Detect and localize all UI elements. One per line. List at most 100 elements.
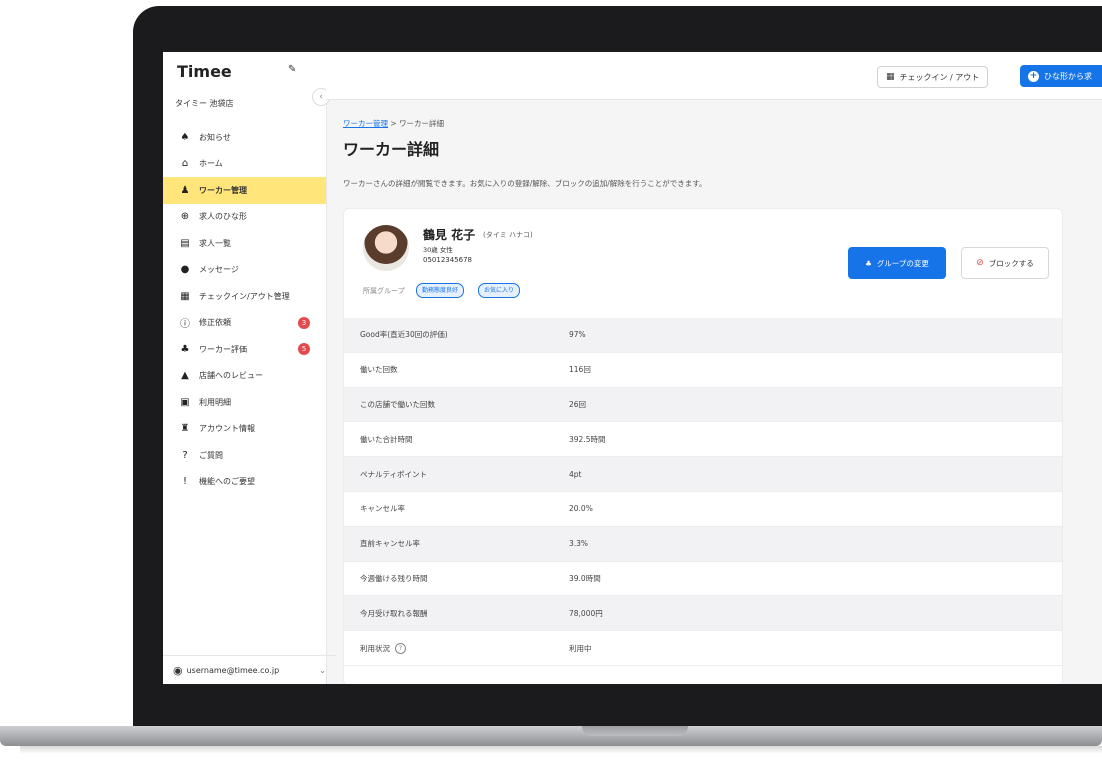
worker-kana: (タイミ ハナコ): [483, 231, 533, 239]
sidebar-item-checkin-management[interactable]: ▦ チェックイン/アウト管理: [163, 283, 326, 310]
document-icon: ▣: [180, 396, 190, 408]
sidebar-item-home[interactable]: ⌂ ホーム: [163, 151, 326, 178]
table-row: Good率(直近30回の評価) 97%: [344, 318, 1062, 353]
breadcrumb-link-worker-management[interactable]: ワーカー管理: [343, 119, 388, 128]
sidebar-item-worker-management[interactable]: ♟ ワーカー管理: [163, 177, 326, 204]
sidebar-item-label: ホーム: [199, 159, 223, 169]
sidebar-item-job-list[interactable]: ▤ 求人一覧: [163, 230, 326, 257]
sidebar-item-correction-requests[interactable]: ⓘ 修正依頼 3: [163, 310, 326, 337]
sidebar-item-label: 修正依頼: [199, 318, 231, 328]
page-title: ワーカー詳細: [343, 140, 440, 159]
stat-value: 97%: [569, 330, 586, 340]
block-button[interactable]: ⊘ ブロックする: [961, 247, 1049, 279]
home-icon: ⌂: [181, 158, 189, 170]
sidebar-item-feature-requests[interactable]: ! 機能へのご要望: [163, 469, 326, 496]
alert-icon: !: [182, 476, 187, 488]
list-icon: ▤: [180, 237, 190, 249]
create-from-template-button[interactable]: + ひな形から求: [1020, 65, 1102, 87]
rating-icon: ♣: [180, 343, 190, 355]
stat-value: 利用中: [569, 643, 592, 653]
worker-age-gender: 30歳 女性: [423, 246, 453, 254]
sidebar-item-account-info[interactable]: ♜ アカウント情報: [163, 416, 326, 443]
stat-value: 39.0時間: [569, 573, 601, 583]
info-icon: ⓘ: [180, 319, 190, 331]
group-icon: ♣: [865, 258, 872, 268]
pin-icon[interactable]: ✎: [288, 64, 296, 75]
plus-circle-icon: +: [1028, 70, 1039, 82]
account-icon: ♜: [180, 423, 190, 435]
plus-circle-icon: ⊕: [180, 211, 190, 223]
qr-icon: ▦: [886, 72, 895, 82]
stat-value: 78,000円: [569, 608, 603, 618]
group-label: 所属グループ: [363, 287, 405, 295]
change-group-button[interactable]: ♣ グループの変更: [848, 247, 946, 279]
stat-label: ペナルティポイント: [360, 469, 428, 479]
worker-detail-card: 鶴見 花子 (タイミ ハナコ) 30歳 女性 05012345678 所属グルー…: [343, 208, 1063, 684]
table-row: キャンセル率 20.0%: [344, 492, 1062, 527]
table-row: 働いた回数 116回: [344, 353, 1062, 388]
notification-badge: 5: [298, 343, 310, 355]
chevron-down-icon: ⌄: [319, 665, 326, 675]
sidebar-item-label: 求人一覧: [199, 238, 231, 248]
stat-label: 直前キャンセル率: [360, 539, 420, 549]
stat-value: 26回: [569, 399, 587, 409]
sidebar-item-label: 機能へのご要望: [199, 477, 255, 487]
table-row: この店舗で働いた回数 26回: [344, 387, 1062, 423]
stat-value: 3.3%: [569, 539, 589, 549]
laptop-shadow: [20, 746, 1102, 754]
sidebar-item-label: メッセージ: [199, 265, 239, 275]
store-name: タイミー 池袋店: [175, 99, 234, 108]
help-icon[interactable]: ?: [395, 642, 406, 654]
sidebar-item-label: チェックイン/アウト管理: [199, 291, 290, 301]
thumbs-up-icon: ▲: [181, 370, 189, 382]
sidebar-item-label: 店舗へのレビュー: [199, 371, 263, 381]
message-icon: ●: [180, 264, 190, 276]
group-tag: 勤務態度良好: [416, 283, 465, 298]
stat-label: キャンセル率: [360, 504, 405, 514]
sidebar-item-job-templates[interactable]: ⊕ 求人のひな形: [163, 204, 326, 231]
stat-value: 20.0%: [569, 504, 593, 514]
stat-label: 今週働ける残り時間: [360, 573, 428, 583]
stat-value: 116回: [569, 365, 591, 375]
notification-badge: 3: [298, 316, 310, 329]
worker-phone: 05012345678: [423, 256, 472, 264]
user-menu[interactable]: ◉ username@timee.co.jp ⌄: [163, 655, 336, 684]
sidebar-item-label: 求人のひな形: [199, 212, 247, 222]
change-group-label: グループの変更: [876, 258, 929, 268]
sidebar-item-label: ご質問: [199, 450, 223, 460]
checkin-button[interactable]: ▦ チェックイン / アウト: [877, 66, 989, 88]
qr-icon: ▦: [180, 290, 190, 302]
sidebar-item-notifications[interactable]: ♠ お知らせ: [163, 124, 326, 151]
sidebar-item-usage-details[interactable]: ▣ 利用明細: [163, 389, 326, 416]
sidebar-item-messages[interactable]: ● メッセージ: [163, 257, 326, 284]
user-email: username@timee.co.jp: [186, 665, 280, 675]
stat-label: 働いた合計時間: [360, 434, 413, 444]
question-icon: ?: [182, 449, 188, 461]
stat-label: 働いた回数: [360, 365, 398, 375]
table-row: ペナルティポイント 4pt: [344, 457, 1062, 492]
table-row: 今月受け取れる報酬 78,000円: [344, 596, 1062, 632]
group-tag: お気に入り: [478, 283, 521, 298]
sidebar-item-store-reviews[interactable]: ▲ 店舗へのレビュー: [163, 363, 326, 390]
block-button-label: ブロックする: [988, 258, 1034, 268]
sidebar-item-label: お知らせ: [199, 132, 231, 142]
table-row: 利用状況? 利用中: [344, 631, 1062, 666]
stat-label: 利用状況?: [344, 642, 569, 654]
bell-icon: ♠: [180, 131, 190, 143]
worker-icon: ♟: [180, 184, 190, 196]
sidebar-item-worker-rating[interactable]: ♣ ワーカー評価 5: [163, 336, 326, 363]
app-logo: Timee: [177, 62, 232, 81]
table-row: 働いた合計時間 392.5時間: [344, 422, 1062, 458]
sidebar-item-label: 利用明細: [199, 397, 231, 407]
sidebar-item-faq[interactable]: ? ご質問: [163, 442, 326, 469]
stat-value: 4pt: [569, 469, 582, 479]
block-icon: ⊘: [976, 258, 984, 268]
laptop-notch: [582, 726, 688, 736]
table-row: 直前キャンセル率 3.3%: [344, 526, 1062, 562]
avatar: [363, 225, 409, 271]
stat-label: 今月受け取れる報酬: [360, 608, 428, 618]
sidebar: Timee ✎ タイミー 池袋店 ‹ ♠ お知らせ ⌂ ホーム ♟ ワーカー管理 ⊕ 求…: [163, 52, 336, 684]
sidebar-item-label: アカウント情報: [199, 424, 255, 434]
top-bar: ▦ チェックイン / アウト + ひな形から求: [326, 52, 1102, 100]
app-screen: Timee ✎ タイミー 池袋店 ‹ ♠ お知らせ ⌂ ホーム ♟ ワーカー管理 ⊕ 求…: [163, 52, 1102, 684]
